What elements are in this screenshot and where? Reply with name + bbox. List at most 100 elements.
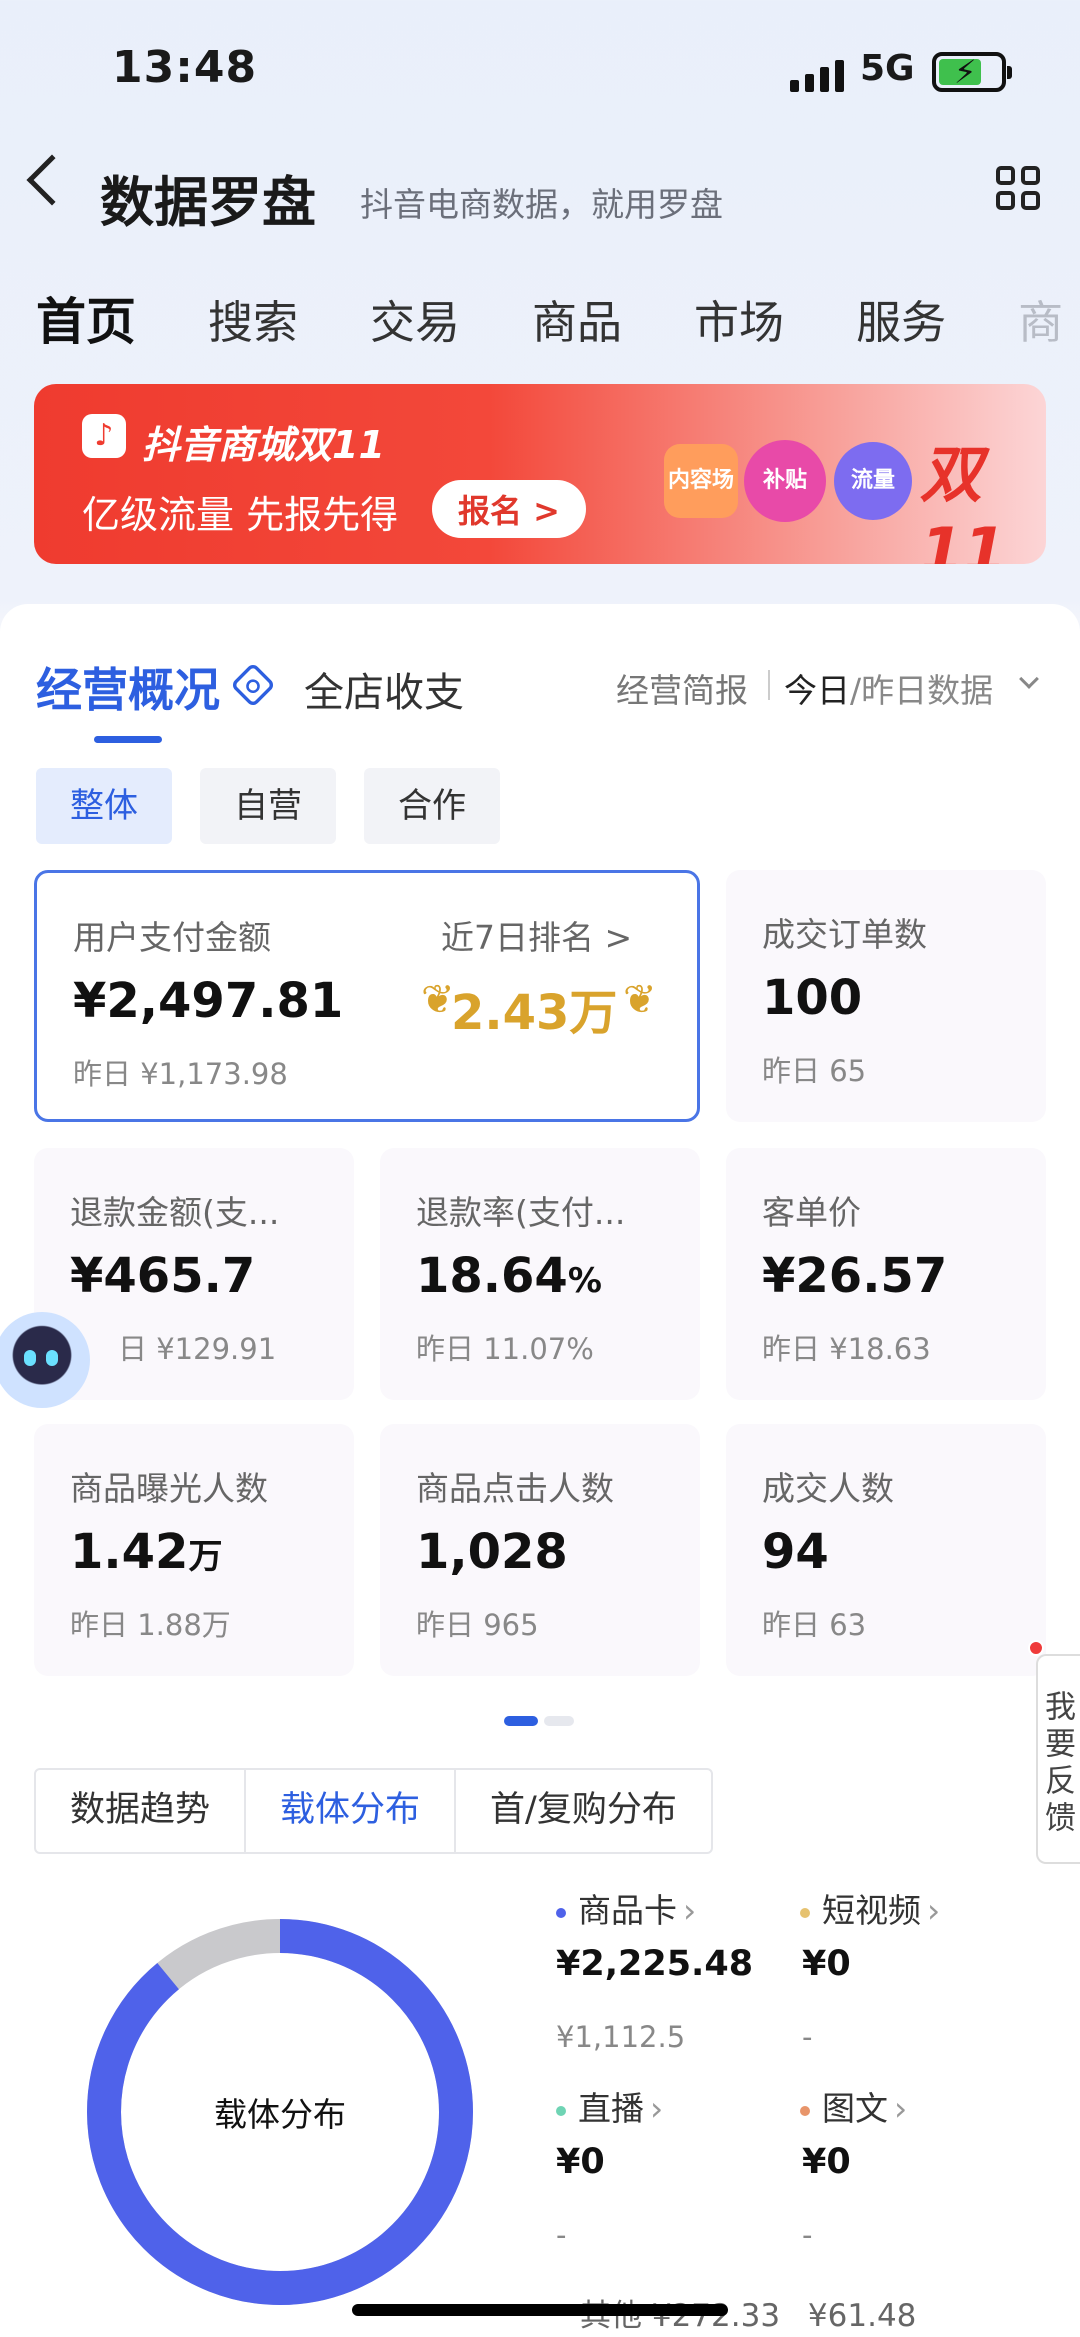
metric-number: 18.64	[416, 1248, 568, 1304]
laurel-left-icon: ❦	[421, 977, 455, 1023]
metric-card-orders[interactable]: 成交订单数 100 昨日 65	[726, 870, 1046, 1122]
chevron-right-icon: ›	[927, 1891, 941, 1930]
legend-value: ¥0	[802, 2142, 851, 2182]
metric-value: 94	[762, 1524, 829, 1580]
segment-self[interactable]: 自营	[200, 768, 336, 844]
metric-card-avg-price[interactable]: 客单价 ¥26.57 昨日 ¥18.63	[726, 1148, 1046, 1400]
divider	[768, 670, 770, 700]
metric-value: ¥26.57	[762, 1248, 948, 1304]
metric-card-exposure[interactable]: 商品曝光人数 1.42万 昨日 1.88万	[34, 1424, 354, 1676]
banner-tag-traffic: 流量	[834, 442, 912, 520]
distribution-tabs: 数据趋势 载体分布 首/复购分布	[34, 1768, 713, 1854]
tab-trade[interactable]: 交易	[370, 286, 460, 354]
page-subtitle: 抖音电商数据，就用罗盘	[360, 185, 723, 224]
tab-goods[interactable]: 商品	[532, 286, 622, 354]
metric-label: 客单价	[762, 1193, 861, 1232]
metric-card-refund-rate[interactable]: 退款率(支付... 18.64% 昨日 11.07%	[380, 1148, 700, 1400]
network-label: 5G	[860, 48, 915, 89]
metric-value: 1.42万	[70, 1524, 222, 1580]
signal-icon	[790, 58, 844, 92]
apps-grid-icon[interactable]	[996, 166, 1040, 210]
metric-label: 商品曝光人数	[70, 1469, 268, 1508]
banner-tag-content: 内容场	[664, 444, 738, 518]
douyin-mall-icon: ♪	[82, 414, 126, 458]
metric-prev: 昨日 965	[416, 1608, 539, 1642]
metric-value: ¥2,497.81	[73, 973, 344, 1029]
feedback-button[interactable]: 我要反馈	[1036, 1654, 1080, 1864]
back-icon[interactable]	[26, 154, 78, 206]
metric-value: 100	[762, 970, 863, 1026]
tab-data-trend[interactable]: 数据趋势	[36, 1770, 247, 1852]
signup-button[interactable]: 报名 >	[432, 480, 586, 538]
metric-number: 1.42	[70, 1524, 189, 1580]
legend-value: ¥0	[556, 2142, 605, 2182]
chevron-right-icon: ›	[650, 2089, 664, 2128]
tab-search[interactable]: 搜索	[208, 286, 298, 354]
date-selector[interactable]: 今日/昨日数据	[784, 664, 993, 712]
tab-more[interactable]: 商	[1018, 286, 1063, 354]
metric-prev: 昨日 ¥18.63	[762, 1332, 931, 1366]
legend-prev: -	[802, 2218, 813, 2252]
active-tab-indicator	[94, 736, 162, 743]
metric-value: 18.64%	[416, 1248, 602, 1304]
legend-dot	[800, 2105, 810, 2116]
legend-prev: -	[802, 2020, 813, 2054]
legend-item-live[interactable]: 直播 ›	[556, 2082, 663, 2130]
legend-dot	[800, 1907, 810, 1918]
tab-home[interactable]: 首页	[36, 282, 136, 354]
rank-value: 2.43万	[451, 985, 618, 1041]
tab-business-overview[interactable]: 经营概况	[36, 654, 220, 720]
legend-value: ¥0	[802, 1944, 851, 1984]
legend-value-secondary: ¥61.48	[807, 2298, 917, 2334]
page-indicator-active	[504, 1716, 538, 1726]
legend-dot	[556, 1907, 566, 1918]
main-tabs: 首页 搜索 交易 商品 市场 服务 商	[36, 286, 1080, 354]
legend-item-short-video[interactable]: 短视频 ›	[800, 1884, 940, 1932]
metric-prev: 日 ¥129.91	[118, 1332, 277, 1366]
metric-label: 用户支付金额	[73, 918, 271, 957]
date-today: 今日	[784, 671, 850, 710]
metric-card-buyers[interactable]: 成交人数 94 昨日 63	[726, 1424, 1046, 1676]
status-time: 13:48	[112, 42, 258, 93]
donut-center-label: 载体分布	[214, 2095, 346, 2134]
business-brief-link[interactable]: 经营简报	[616, 664, 748, 712]
metric-prev: 昨日 63	[762, 1608, 867, 1642]
banner-title: 抖音商城双11	[142, 423, 385, 467]
tab-carrier-distribution[interactable]: 载体分布	[246, 1770, 457, 1852]
legend-label: 短视频	[822, 1891, 921, 1930]
banner-subtitle: 亿级流量 先报先得	[82, 493, 399, 537]
metric-label: 成交订单数	[762, 915, 927, 954]
metric-card-pay[interactable]: 用户支付金额 ¥2,497.81 昨日 ¥1,173.98 近7日排名 > ❦ …	[34, 870, 700, 1122]
laurel-right-icon: ❦	[623, 977, 657, 1023]
metric-value: ¥465.7	[70, 1248, 256, 1304]
legend-prev: ¥1,112.5	[556, 2020, 686, 2054]
legend-item-product-card[interactable]: 商品卡 ›	[556, 1884, 696, 1932]
chevron-right-icon: ›	[683, 1891, 697, 1930]
tab-service[interactable]: 服务	[856, 286, 946, 354]
metric-unit: 万	[188, 1537, 223, 1577]
promo-banner[interactable]: ♪ 抖音商城双11 亿级流量 先报先得 报名 > 内容场 补贴 流量 双11	[34, 384, 1046, 564]
legend-item-graphic[interactable]: 图文 ›	[800, 2082, 907, 2130]
date-rest: /昨日数据	[850, 671, 994, 710]
rank-link[interactable]: 近7日排名 >	[441, 911, 632, 959]
notification-dot	[1028, 1640, 1044, 1656]
tab-repurchase-distribution[interactable]: 首/复购分布	[456, 1770, 711, 1852]
page-title: 数据罗盘	[100, 171, 316, 234]
tab-market[interactable]: 市场	[694, 286, 784, 354]
metric-prev: 昨日 ¥1,173.98	[73, 1057, 288, 1091]
metric-prev: 昨日 1.88万	[70, 1608, 231, 1642]
legend-dot	[556, 2105, 566, 2116]
metric-label: 退款率(支付...	[416, 1193, 626, 1232]
legend-label: 直播	[578, 2089, 644, 2128]
metric-prev: 昨日 65	[762, 1054, 867, 1088]
metric-card-clicks[interactable]: 商品点击人数 1,028 昨日 965	[380, 1424, 700, 1676]
page-indicator[interactable]	[544, 1716, 574, 1726]
metric-prev: 昨日 11.07%	[416, 1332, 594, 1366]
segment-partner[interactable]: 合作	[364, 768, 500, 844]
legend-label: 商品卡	[578, 1891, 677, 1930]
metric-label: 成交人数	[762, 1469, 894, 1508]
banner-double11-logo: 双11	[920, 438, 1007, 564]
legend-value: ¥2,225.48	[556, 1944, 754, 1984]
segment-all[interactable]: 整体	[36, 768, 172, 844]
tab-store-income[interactable]: 全店收支	[304, 660, 464, 718]
